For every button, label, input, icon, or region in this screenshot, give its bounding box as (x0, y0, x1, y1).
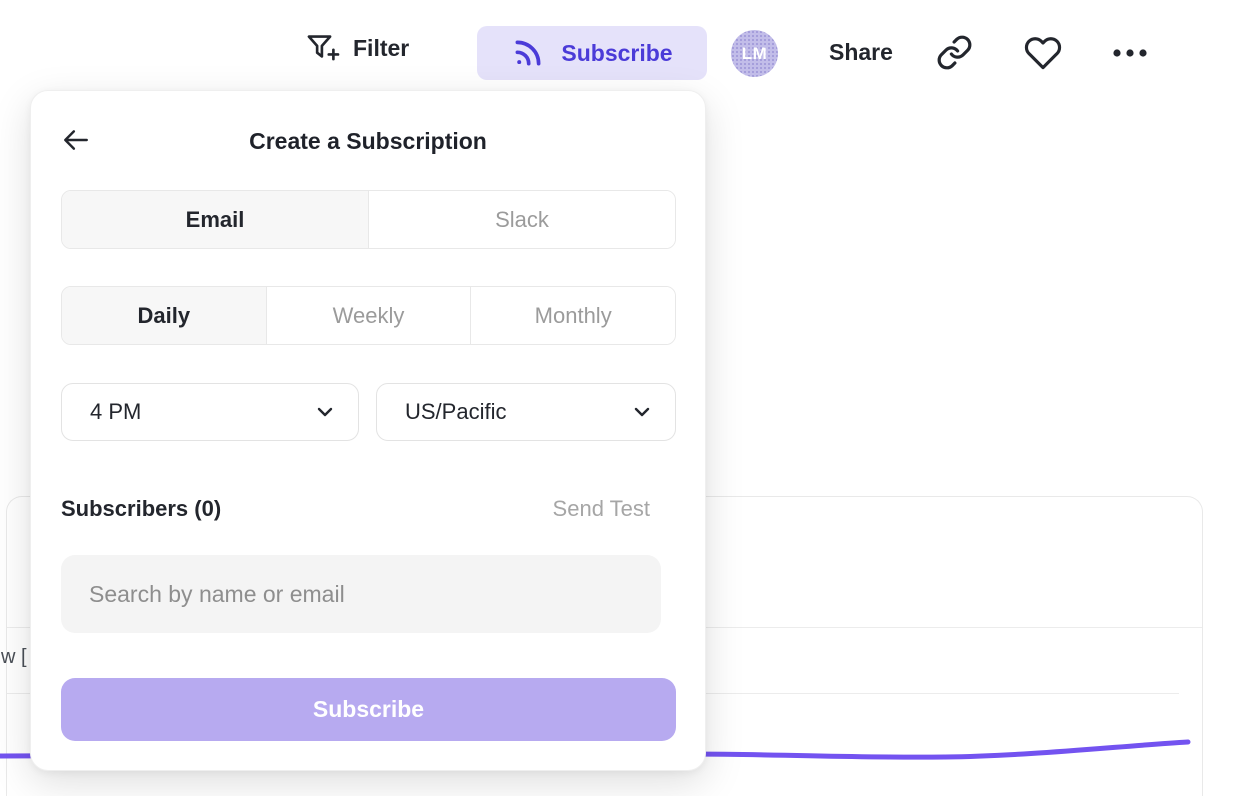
create-subscription-modal: Create a Subscription Email Slack Daily … (30, 90, 706, 771)
avatar-initials: LM (742, 44, 768, 64)
tab-slack[interactable]: Slack (368, 191, 675, 248)
subscribe-submit-button[interactable]: Subscribe (61, 678, 676, 741)
rss-icon (511, 36, 545, 70)
tab-email[interactable]: Email (62, 191, 368, 248)
timezone-select[interactable]: US/Pacific (376, 383, 676, 441)
timezone-select-value: US/Pacific (405, 399, 506, 425)
subscriber-search-input[interactable] (61, 555, 661, 633)
share-label: Share (829, 39, 893, 66)
favorite-button[interactable] (1024, 34, 1062, 72)
tab-monthly[interactable]: Monthly (470, 287, 675, 344)
modal-title: Create a Subscription (31, 128, 705, 155)
avatar[interactable]: LM (731, 30, 778, 77)
time-select-value: 4 PM (90, 399, 141, 425)
time-select[interactable]: 4 PM (61, 383, 359, 441)
clipped-row-text: w [ (1, 646, 27, 669)
more-menu-button[interactable] (1110, 40, 1150, 66)
heart-icon (1024, 34, 1062, 72)
filter-label: Filter (353, 35, 409, 62)
filter-plus-icon (303, 30, 340, 67)
tab-weekly[interactable]: Weekly (266, 287, 471, 344)
channel-tabs: Email Slack (61, 190, 676, 249)
filter-button[interactable]: Filter (303, 30, 409, 67)
send-test-button[interactable]: Send Test (553, 496, 650, 522)
subscribe-toolbar-button[interactable]: Subscribe (477, 26, 707, 80)
link-icon (936, 34, 973, 71)
share-button[interactable]: Share (829, 39, 893, 66)
copy-link-button[interactable] (936, 34, 973, 71)
chevron-down-icon (314, 401, 336, 423)
ellipsis-icon (1110, 40, 1150, 66)
tab-daily[interactable]: Daily (62, 287, 266, 344)
frequency-tabs: Daily Weekly Monthly (61, 286, 676, 345)
subscribers-heading: Subscribers (0) (61, 496, 221, 522)
chevron-down-icon (631, 401, 653, 423)
subscribe-toolbar-label: Subscribe (561, 40, 672, 67)
